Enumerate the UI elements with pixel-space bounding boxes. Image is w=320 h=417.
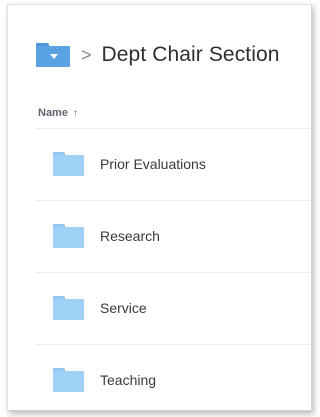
- name-column-header[interactable]: Name ↑: [38, 107, 78, 119]
- folder-icon: [53, 152, 84, 176]
- chevron-down-icon: [50, 54, 58, 59]
- name-column-label: Name: [38, 107, 68, 119]
- folder-body: [53, 227, 84, 248]
- breadcrumb: > Dept Chair Section: [36, 40, 280, 70]
- list-item-teaching[interactable]: Teaching: [36, 345, 310, 410]
- list-item-service[interactable]: Service: [36, 273, 310, 344]
- list-item-prior-evaluations[interactable]: Prior Evaluations: [36, 129, 310, 200]
- folder-icon: [53, 296, 84, 320]
- folder-icon: [53, 224, 84, 248]
- list-item-label: Prior Evaluations: [100, 156, 206, 172]
- sort-ascending-icon: ↑: [72, 107, 78, 119]
- list-item-label: Teaching: [100, 372, 157, 388]
- folder-icon: [53, 368, 84, 392]
- folder-body: [53, 299, 84, 320]
- list-item-research[interactable]: Research: [36, 201, 310, 272]
- folder-dropdown-icon[interactable]: [36, 43, 70, 67]
- folder-body: [53, 371, 84, 392]
- page-title: Dept Chair Section: [101, 43, 280, 66]
- list-item-label: Service: [100, 300, 147, 316]
- breadcrumb-separator: >: [81, 45, 92, 65]
- file-browser-panel: > Dept Chair Section Name ↑ Prior Evalua…: [7, 4, 312, 411]
- folder-body: [53, 155, 84, 176]
- list-item-label: Research: [100, 228, 160, 244]
